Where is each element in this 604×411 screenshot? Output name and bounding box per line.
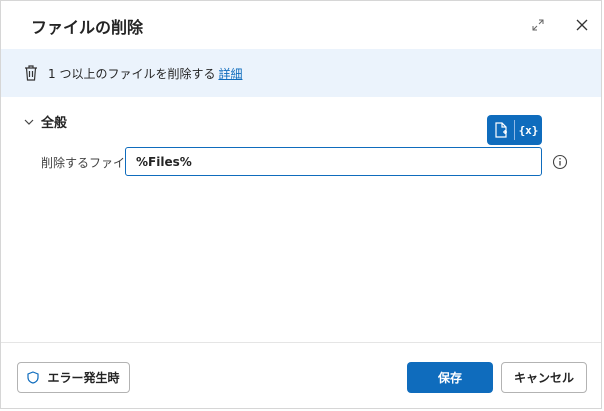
chevron-down-icon xyxy=(24,119,34,125)
close-icon xyxy=(576,19,588,31)
dialog-title: ファイルの削除 xyxy=(31,18,144,37)
files-input[interactable]: %Files% xyxy=(125,147,542,176)
file-icon xyxy=(494,122,507,138)
section-general-toggle[interactable]: 全般 xyxy=(23,112,67,131)
close-button[interactable] xyxy=(571,14,593,36)
shield-icon xyxy=(27,371,40,384)
footer-divider xyxy=(1,342,601,343)
on-error-label: エラー発生時 xyxy=(47,371,120,385)
save-button[interactable]: 保存 xyxy=(407,362,493,393)
dialog-header: ファイルの削除 xyxy=(1,1,601,49)
cancel-button[interactable]: キャンセル xyxy=(501,362,587,393)
field-toolbar: {x} xyxy=(487,115,542,145)
details-link[interactable]: 詳細 xyxy=(218,67,242,81)
info-bar: 1 つ以上のファイルを削除する 詳細 xyxy=(1,49,601,97)
info-text: 1 つ以上のファイルを削除する 詳細 xyxy=(48,65,242,82)
expand-icon xyxy=(532,19,544,31)
expand-button[interactable] xyxy=(527,14,549,36)
info-description: 1 つ以上のファイルを削除する xyxy=(48,67,216,81)
section-label: 全般 xyxy=(41,116,68,131)
trash-icon xyxy=(25,65,37,81)
insert-variable-button[interactable]: {x} xyxy=(515,115,542,145)
info-icon[interactable] xyxy=(552,154,568,170)
select-file-button[interactable] xyxy=(487,115,514,145)
on-error-button[interactable]: エラー発生時 xyxy=(17,362,130,393)
delete-files-dialog: ファイルの削除 1 つ以上のファイルを削除する 詳細 全般 {x} 削除するファ… xyxy=(0,0,602,409)
